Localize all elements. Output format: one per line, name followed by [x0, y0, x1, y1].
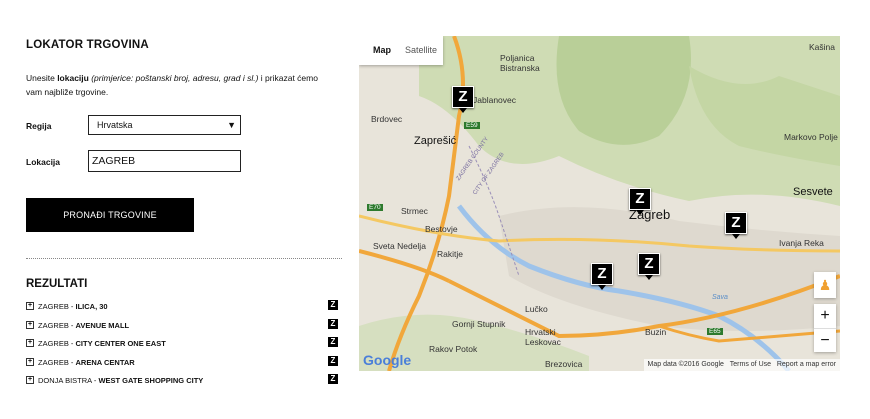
- divider: [26, 258, 342, 259]
- place-label: Bestovje: [425, 224, 458, 234]
- map-attribution: Map data ©2016 Google: [647, 361, 724, 368]
- z-store-icon[interactable]: Z: [328, 355, 338, 366]
- place-label: Kašina: [809, 42, 835, 52]
- result-text[interactable]: ZAGREB - CITY CENTER ONE EAST: [38, 339, 166, 348]
- dropdown-arrow-icon: ▼: [227, 120, 236, 130]
- place-label: Zaprešić: [414, 135, 457, 147]
- intro-text: Unesite: [26, 73, 58, 83]
- expand-icon[interactable]: +: [26, 302, 34, 310]
- store-map[interactable]: Map Satellite Kašina Poljanica Bistransk…: [359, 36, 840, 371]
- result-city: ZAGREB -: [38, 302, 76, 311]
- expand-icon[interactable]: +: [26, 339, 34, 347]
- result-store: CITY CENTER ONE EAST: [75, 339, 166, 348]
- locator-title: LOKATOR TRGOVINA: [26, 39, 149, 51]
- map-type-satellite-button[interactable]: Satellite: [405, 45, 437, 55]
- place-label: Gornji Stupnik: [452, 319, 506, 329]
- store-marker[interactable]: Z: [638, 253, 660, 280]
- pegman-icon[interactable]: ♟: [814, 272, 836, 298]
- road-sign: E70: [367, 204, 383, 211]
- intro-example: (primjerice: poštanski broj, adresu, gra…: [88, 73, 259, 83]
- road-sign: E65: [707, 328, 723, 335]
- google-logo: Google: [363, 352, 412, 368]
- location-label: Lokacija: [26, 157, 61, 167]
- z-store-icon[interactable]: Z: [328, 337, 338, 347]
- place-label: Brezovica: [545, 359, 583, 369]
- zoom-control: + −: [814, 304, 836, 352]
- list-item[interactable]: + ZAGREB - CITY CENTER ONE EAST Z: [26, 337, 338, 356]
- zoom-in-button[interactable]: +: [814, 304, 836, 329]
- place-label: Buzin: [645, 327, 667, 337]
- place-label: Strmec: [401, 206, 428, 216]
- place-label: Jablanovec: [473, 95, 517, 105]
- list-item[interactable]: + ZAGREB - ILICA, 30 Z: [26, 300, 338, 319]
- place-label: Sveta Nedelja: [373, 241, 426, 251]
- result-store: WEST GATE SHOPPING CITY: [98, 376, 204, 385]
- place-label: Ivanja Reka: [779, 238, 824, 248]
- result-city: ZAGREB -: [38, 320, 76, 330]
- place-label: Hrvatski Leskovac: [525, 327, 561, 347]
- expand-icon[interactable]: +: [26, 376, 34, 384]
- store-marker[interactable]: Z: [591, 263, 613, 290]
- intro-bold: lokaciju: [57, 73, 89, 83]
- place-label: Lučko: [525, 304, 548, 314]
- store-marker[interactable]: Z: [452, 86, 474, 113]
- zoom-out-button[interactable]: −: [814, 329, 836, 352]
- place-label: Sesvete: [793, 186, 833, 198]
- river-label: Sava: [712, 294, 728, 301]
- expand-icon[interactable]: +: [26, 357, 34, 366]
- z-store-icon[interactable]: Z: [328, 318, 338, 329]
- list-item[interactable]: + ZAGREB - AVENUE MALL Z: [26, 318, 338, 338]
- result-text[interactable]: ZAGREB - AVENUE MALL: [38, 321, 129, 330]
- locator-intro: Unesite lokaciju (primjerice: poštanski …: [26, 71, 326, 99]
- terms-link[interactable]: Terms of Use: [730, 361, 771, 368]
- results-list: + ZAGREB - ILICA, 30 Z + ZAGREB - AVENUE MA…: [26, 300, 338, 393]
- map-type-control: Map Satellite: [359, 36, 443, 65]
- result-text[interactable]: ZAGREB - ARENA CENTAR: [38, 358, 135, 367]
- place-label: Rakitje: [437, 249, 463, 259]
- z-store-icon[interactable]: Z: [328, 300, 338, 310]
- map-type-map-button[interactable]: Map: [373, 45, 391, 55]
- find-stores-button[interactable]: PRONAĐI TRGOVINE: [26, 198, 194, 232]
- map-footer: Map data ©2016 Google Terms of Use Repor…: [643, 359, 840, 371]
- region-select[interactable]: Hrvatska ▼: [88, 115, 241, 135]
- result-text[interactable]: DONJA BISTRA - WEST GATE SHOPPING CITY: [38, 376, 203, 385]
- z-store-icon[interactable]: Z: [328, 374, 338, 384]
- region-label: Regija: [26, 121, 52, 131]
- region-value: Hrvatska: [97, 120, 133, 130]
- report-error-link[interactable]: Report a map error: [777, 361, 836, 368]
- result-city: DONJA BISTRA -: [38, 376, 99, 385]
- place-label: Poljanica Bistranska: [500, 53, 540, 73]
- list-item[interactable]: + ZAGREB - ARENA CENTAR Z: [26, 355, 338, 375]
- place-label: Brdovec: [371, 114, 403, 124]
- store-marker[interactable]: Z: [725, 212, 747, 239]
- map-background: [359, 36, 840, 371]
- road-sign: E59: [464, 122, 480, 129]
- result-text[interactable]: ZAGREB - ILICA, 30: [38, 302, 108, 311]
- expand-icon[interactable]: +: [26, 320, 34, 329]
- result-store: ILICA, 30: [75, 302, 108, 311]
- result-store: AVENUE MALL: [75, 320, 130, 330]
- location-input[interactable]: ZAGREB: [88, 150, 241, 172]
- list-item[interactable]: + DONJA BISTRA - WEST GATE SHOPPING CITY Z: [26, 374, 338, 393]
- place-label: Rakov Potok: [429, 344, 478, 354]
- result-store: ARENA CENTAR: [75, 357, 135, 367]
- results-title: REZULTATI: [26, 278, 88, 290]
- place-label: Markovo Polje: [784, 132, 838, 142]
- result-city: ZAGREB -: [38, 339, 76, 348]
- result-city: ZAGREB -: [38, 357, 76, 367]
- store-marker[interactable]: Z: [629, 188, 651, 215]
